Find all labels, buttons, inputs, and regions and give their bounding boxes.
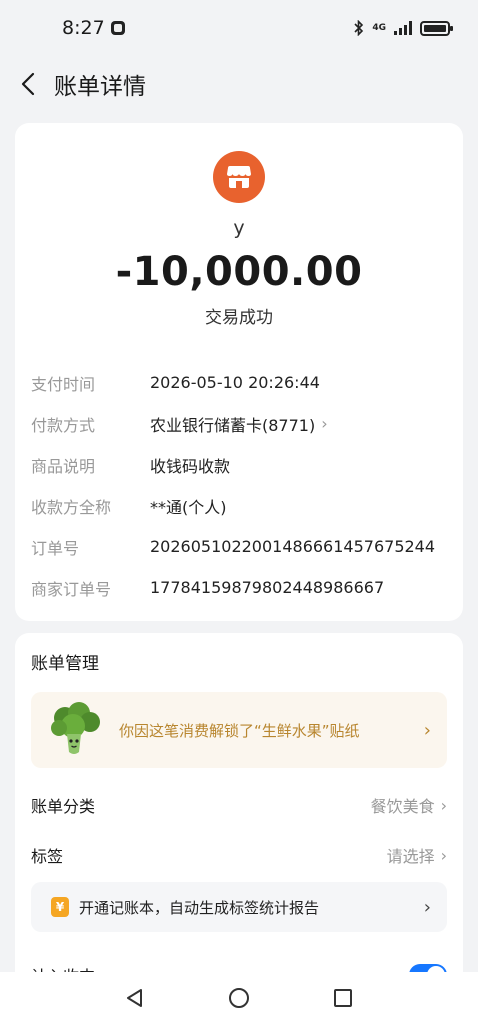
chevron-right-icon: › [440,795,447,815]
detail-label: 支付时间 [31,374,96,394]
detail-value: 农业银行储蓄卡(8771) [150,415,316,435]
detail-row-description: 商品说明 收钱码收款 [31,444,447,485]
chevron-right-icon: › [321,414,328,433]
bill-management-card: 账单管理 你因这笔消费解锁了“生鲜水果”贴纸 › 账单分类 餐饮美食 › 标签 … [15,633,463,993]
sticker-text: 你因这笔消费解锁了“生鲜水果”贴纸 [119,721,360,740]
detail-label: 收款方全称 [31,497,112,517]
promo-text: 开通记账本，自动生成标签统计报告 [79,898,320,917]
detail-row-payment-method[interactable]: 付款方式 农业银行储蓄卡(8771) › [31,403,447,444]
transaction-details: 支付时间 2026-05-10 20:26:44 付款方式 农业银行储蓄卡(87… [15,362,463,608]
detail-value: 17784159879802448986667 [150,578,385,597]
page-title: 账单详情 [54,74,146,100]
merchant-store-icon [213,151,265,203]
battery-icon [420,20,453,36]
nav-back-icon[interactable] [122,985,148,1011]
yen-icon: ¥ [51,897,69,917]
detail-row-pay-time: 支付时间 2026-05-10 20:26:44 [31,362,447,403]
detail-label: 付款方式 [31,415,96,435]
detail-value: 2026051022001486661457675244 [150,537,436,556]
row-value: 餐饮美食 [370,797,435,816]
detail-row-payee: 收款方全称 **通(个人) [31,485,447,526]
nav-bar: 账单详情 [0,56,478,112]
status-bar: 8:27 4G [0,0,478,56]
signal-icon [394,21,412,35]
bill-category-row[interactable]: 账单分类 餐饮美食 › [31,780,447,830]
notification-app-icon [110,21,125,35]
status-left: 8:27 [62,17,125,39]
detail-label: 商品说明 [31,456,96,476]
chevron-right-icon: › [440,845,447,865]
row-value: 请选择 [386,847,435,866]
row-label: 账单分类 [31,797,96,816]
detail-value-wrap[interactable]: 农业银行储蓄卡(8771) › [150,412,328,436]
sticker-banner[interactable]: 你因这笔消费解锁了“生鲜水果”贴纸 › [31,692,447,768]
detail-row-merchant-order-no: 商家订单号 17784159879802448986667 [31,567,447,608]
detail-label: 商家订单号 [31,579,112,599]
detail-value: 收钱码收款 [150,456,231,476]
row-label: 标签 [31,847,64,866]
detail-row-order-no: 订单号 2026051022001486661457675244 [31,526,447,567]
back-arrow-icon[interactable] [16,72,40,96]
section-title: 账单管理 [31,654,99,674]
nav-home-icon[interactable] [226,985,252,1011]
nav-recents-icon[interactable] [330,985,356,1011]
transaction-amount: -10,000.00 [115,249,363,295]
broccoli-sticker-icon [51,702,100,754]
chevron-right-icon: › [423,719,431,741]
detail-value: 2026-05-10 20:26:44 [150,373,320,392]
detail-value: **通(个人) [150,497,227,517]
network-type: 4G [372,22,386,33]
tag-row[interactable]: 标签 请选择 › [31,830,447,880]
row-value-wrap: 餐饮美食 › [371,793,447,817]
bluetooth-icon [354,20,364,36]
ledger-promo-banner[interactable]: ¥ 开通记账本，自动生成标签统计报告 › [31,882,447,932]
transaction-card: y -10,000.00 交易成功 支付时间 2026-05-10 20:26:… [15,123,463,621]
transaction-status: 交易成功 [205,308,273,328]
row-value-wrap: 请选择 › [387,843,447,867]
status-time: 8:27 [62,17,105,39]
system-nav-bar [0,972,478,1024]
chevron-right-icon: › [423,896,431,918]
merchant-name: y [233,217,245,239]
status-right: 4G [354,20,453,36]
detail-label: 订单号 [31,538,80,558]
